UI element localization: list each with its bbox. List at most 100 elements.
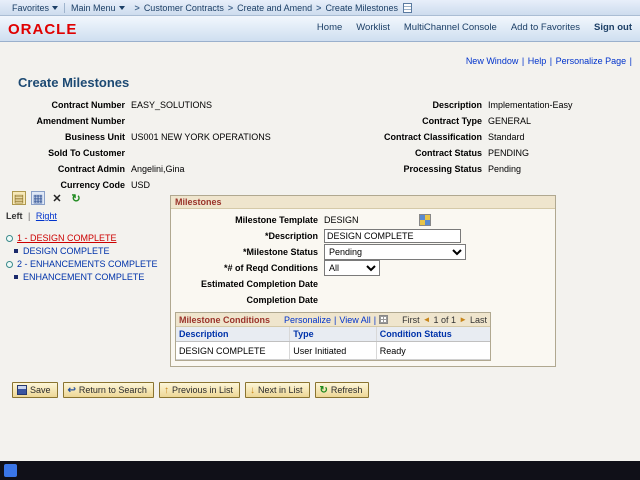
main-menu-label: Main Menu: [71, 3, 116, 13]
refresh-icon: ↻: [320, 385, 328, 396]
milestone-tree: 1 - DESIGN COMPLETE DESIGN COMPLETE 2 - …: [6, 232, 166, 284]
transfer-icon[interactable]: [419, 214, 431, 226]
breadcrumb-customer-contracts[interactable]: Customer Contracts: [144, 3, 224, 13]
cell-description: DESIGN COMPLETE: [176, 342, 290, 359]
tab-left[interactable]: Left: [6, 211, 23, 221]
breadcrumb-create-and-amend[interactable]: Create and Amend: [237, 3, 312, 13]
reqd-conditions-select[interactable]: All: [324, 260, 380, 276]
return-arrow-icon: ↩: [68, 385, 76, 396]
column-header-type[interactable]: Type: [290, 327, 376, 341]
tree-item-milestone-1[interactable]: 1 - DESIGN COMPLETE: [6, 232, 166, 244]
grid-pager: First ◄ 1 of 1 ► Last: [402, 315, 487, 325]
grid-title: Milestone Conditions: [179, 315, 270, 325]
milestone-description-input[interactable]: [324, 229, 461, 243]
currency-code-label: Currency Code: [10, 180, 131, 190]
next-in-list-button[interactable]: ↓ Next in List: [245, 382, 310, 398]
cell-condition-status: Ready: [377, 342, 490, 359]
previous-in-list-button[interactable]: ↑ Previous in List: [159, 382, 240, 398]
business-unit-label: Business Unit: [10, 132, 131, 142]
pipe-separator: |: [522, 56, 524, 66]
caret-down-icon: [119, 6, 125, 10]
tree-link-design-complete[interactable]: DESIGN COMPLETE: [23, 246, 110, 256]
contract-status-value: PENDING: [488, 148, 529, 158]
return-to-search-button[interactable]: ↩ Return to Search: [63, 382, 154, 398]
cell-type: User Initiated: [290, 342, 376, 359]
processing-status-label: Processing Status: [340, 164, 488, 174]
pager-previous-icon[interactable]: ◄: [423, 315, 431, 324]
delete-icon[interactable]: ✕: [50, 191, 64, 205]
contract-summary-right: DescriptionImplementation-Easy Contract …: [340, 97, 636, 177]
tree-link-enhancements-complete[interactable]: 2 - ENHANCEMENTS COMPLETE: [17, 259, 158, 269]
nav-home-link[interactable]: Home: [317, 22, 342, 33]
main-menu[interactable]: Main Menu: [64, 3, 131, 13]
tree-item-enhancement-complete[interactable]: ENHANCEMENT COMPLETE: [6, 271, 166, 283]
refresh-tree-icon[interactable]: ↻: [69, 191, 83, 205]
contract-status-label: Contract Status: [340, 148, 488, 158]
nav-add-to-favorites-link[interactable]: Add to Favorites: [511, 22, 580, 33]
pipe-separator: |: [550, 56, 552, 66]
personalize-link[interactable]: Personalize: [284, 315, 331, 325]
personalize-page-link[interactable]: Personalize Page: [556, 56, 627, 66]
tree-node-icon: [6, 235, 13, 242]
contract-number-label: Contract Number: [10, 100, 131, 110]
reqd-conditions-label: *# of Reqd Conditions: [174, 263, 324, 273]
new-window-link[interactable]: New Window: [466, 56, 519, 66]
edit-page-icon[interactable]: [403, 3, 412, 13]
spreadsheet-icon[interactable]: ▦: [31, 191, 45, 205]
amendment-number-label: Amendment Number: [10, 116, 131, 126]
tree-item-milestone-2[interactable]: 2 - ENHANCEMENTS COMPLETE: [6, 258, 166, 270]
pager-next-icon[interactable]: ►: [459, 315, 467, 324]
favorites-menu[interactable]: Favorites: [6, 3, 64, 13]
sign-out-link[interactable]: Sign out: [594, 22, 632, 33]
tree-node-icon: [6, 261, 13, 268]
estimated-completion-date-label: Estimated Completion Date: [174, 279, 324, 289]
application-window: Favorites Main Menu > Customer Contracts…: [0, 0, 640, 480]
grid-header: Milestone Conditions Personalize | View …: [176, 313, 490, 327]
currency-code-value: USD: [131, 180, 150, 190]
contract-classification-value: Standard: [488, 132, 525, 142]
grid-column-headers: Description Type Condition Status: [176, 327, 490, 342]
page-utility-links: New Window | Help | Personalize Page |: [465, 56, 632, 66]
tree-bullet-icon: [14, 249, 18, 253]
sold-to-customer-label: Sold To Customer: [10, 148, 131, 158]
contract-admin-value: Angelini,Gina: [131, 164, 185, 174]
save-button[interactable]: Save: [12, 382, 58, 398]
refresh-button[interactable]: ↻ Refresh: [315, 382, 370, 398]
milestone-status-select[interactable]: Pending: [324, 244, 466, 260]
tree-item-design-complete[interactable]: DESIGN COMPLETE: [6, 245, 166, 257]
milestone-template-value: DESIGN: [324, 215, 359, 225]
favorites-label: Favorites: [12, 3, 49, 13]
notepad-icon[interactable]: ▤: [12, 191, 26, 205]
nav-links: Home Worklist MultiChannel Console Add t…: [317, 22, 632, 33]
column-header-description[interactable]: Description: [176, 327, 290, 341]
business-unit-value: US001 NEW YORK OPERATIONS: [131, 132, 271, 142]
page-title: Create Milestones: [18, 75, 129, 90]
tree-link-enhancement-complete[interactable]: ENHANCEMENT COMPLETE: [23, 272, 144, 282]
milestone-conditions-grid: Milestone Conditions Personalize | View …: [175, 312, 491, 361]
tab-right[interactable]: Right: [36, 211, 57, 221]
column-header-condition-status[interactable]: Condition Status: [377, 327, 490, 341]
pager-page-info: 1 of 1: [434, 315, 457, 325]
taskbar-app-icon[interactable]: [4, 464, 17, 477]
contract-number-value: EASY_SOLUTIONS: [131, 100, 212, 110]
tree-bullet-icon: [14, 275, 18, 279]
contract-admin-label: Contract Admin: [10, 164, 131, 174]
pager-last-label[interactable]: Last: [470, 315, 487, 325]
caret-down-icon: [52, 6, 58, 10]
nav-multichannel-link[interactable]: MultiChannel Console: [404, 22, 497, 33]
description-label: Description: [340, 100, 488, 110]
nav-worklist-link[interactable]: Worklist: [356, 22, 390, 33]
contract-classification-label: Contract Classification: [340, 132, 488, 142]
pager-first-label[interactable]: First: [402, 315, 420, 325]
refresh-label: Refresh: [331, 385, 363, 395]
oracle-logo: ORACLE: [8, 21, 77, 38]
milestone-description-label: *Description: [174, 231, 324, 241]
breadcrumb-create-milestones[interactable]: Create Milestones: [325, 3, 398, 13]
help-link[interactable]: Help: [528, 56, 547, 66]
download-grid-icon[interactable]: [379, 315, 388, 324]
breadcrumb-separator: >: [228, 3, 233, 13]
view-all-link[interactable]: View All: [339, 315, 370, 325]
table-row: DESIGN COMPLETE User Initiated Ready: [176, 342, 490, 360]
tree-link-design-complete-1[interactable]: 1 - DESIGN COMPLETE: [17, 233, 117, 243]
next-in-list-label: Next in List: [258, 385, 303, 395]
